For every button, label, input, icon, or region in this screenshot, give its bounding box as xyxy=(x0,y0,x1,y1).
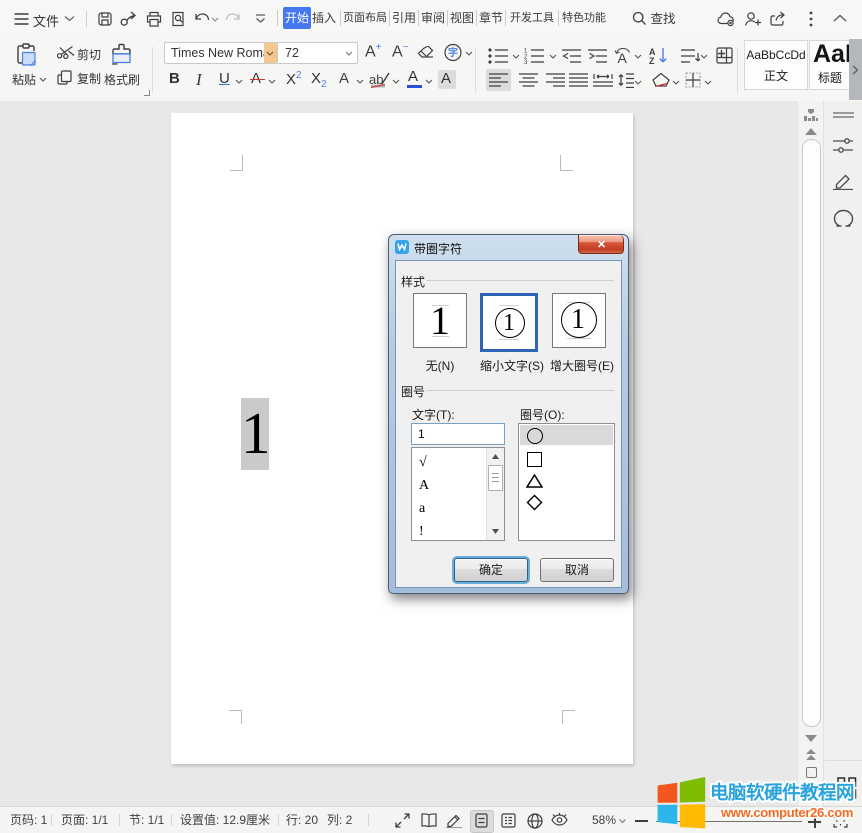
svg-text:字: 字 xyxy=(448,46,458,59)
svg-text:3: 3 xyxy=(524,60,528,64)
svg-text:Z: Z xyxy=(649,56,655,65)
